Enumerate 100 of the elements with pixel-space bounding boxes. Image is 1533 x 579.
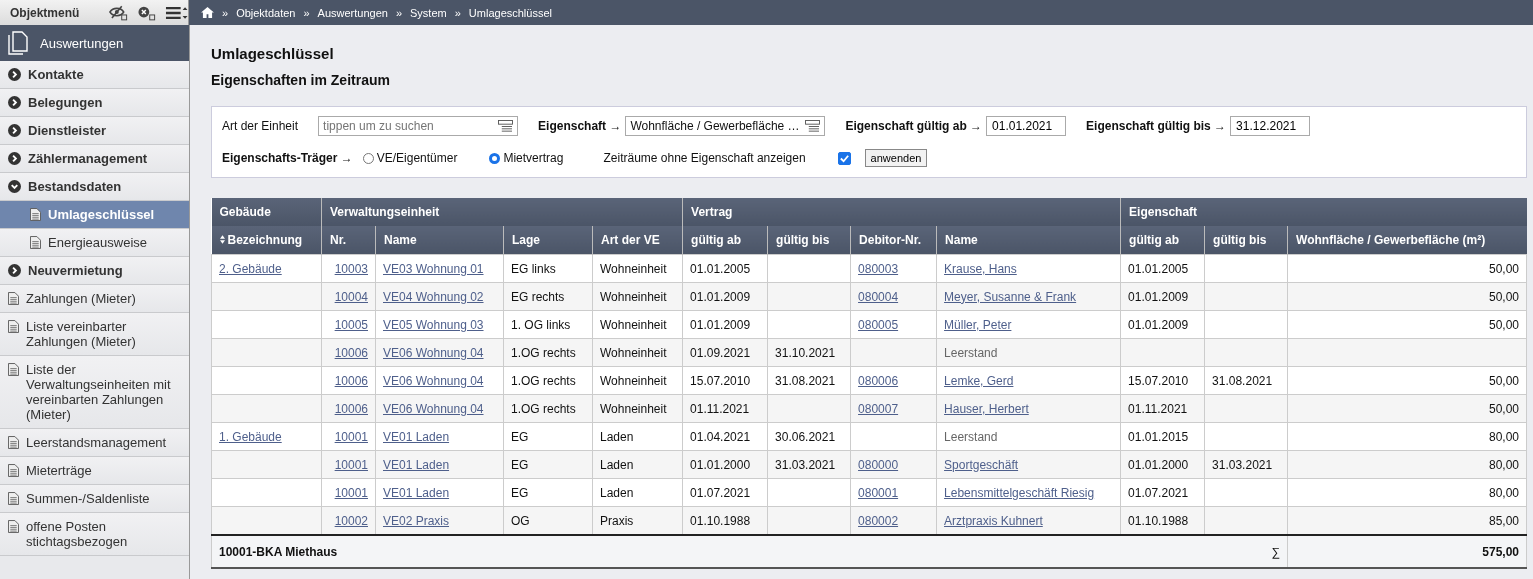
sidebar-item[interactable]: Leerstandsmanagement: [0, 429, 189, 457]
column-header[interactable]: gültig ab: [682, 226, 768, 255]
column-group-header: Eigenschaft: [1120, 198, 1527, 226]
breadcrumb-link[interactable]: System: [410, 6, 447, 19]
column-header[interactable]: Wohnfläche / Gewerbefläche (m²): [1287, 226, 1527, 255]
column-header[interactable]: Name: [375, 226, 504, 255]
table-cell: Wohneinheit: [600, 401, 667, 416]
breadcrumb-link[interactable]: Auswertungen: [317, 6, 388, 19]
table-cell: Laden: [600, 429, 634, 444]
menu-icon[interactable]: [164, 5, 188, 20]
field-label: Eigenschafts-Träger →: [222, 151, 353, 165]
column-header[interactable]: Name: [936, 226, 1121, 255]
sidebar-item[interactable]: Neuvermietung: [0, 257, 189, 285]
tenant-link[interactable]: Lemke, Gerd: [944, 373, 1014, 388]
tenant-link[interactable]: Müller, Peter: [944, 317, 1012, 332]
table-cell: Laden: [600, 457, 634, 472]
table-cell: Wohneinheit: [600, 317, 667, 332]
table-cell: 1.OG rechts: [511, 345, 576, 360]
table-cell: 01.04.2021: [690, 429, 751, 444]
select-field[interactable]: Wohnfläche / Gewerbefläche …: [625, 116, 826, 136]
search-field[interactable]: tippen um zu suchen: [318, 116, 519, 136]
chevron-icon: [8, 96, 21, 109]
date-field[interactable]: 31.12.2021: [1230, 116, 1311, 136]
apply-button[interactable]: anwenden: [864, 149, 928, 167]
table-cell: 80,00: [1488, 485, 1519, 500]
sidebar-item[interactable]: Liste vereinbarter Zahlungen (Mieter): [0, 313, 189, 356]
column-header[interactable]: gültig ab: [1120, 226, 1205, 255]
column-header[interactable]: gültig bis: [1204, 226, 1288, 255]
table-cell: EG: [511, 457, 529, 472]
close-circle-icon[interactable]: [136, 4, 157, 21]
field-label: Eigenschaft →: [538, 119, 622, 133]
breadcrumb-link[interactable]: Objektdaten: [236, 6, 296, 19]
chevron-icon: [8, 68, 21, 81]
table-cell: 15.07.2010: [1128, 373, 1189, 388]
table-cell: 01.10.1988: [1128, 513, 1189, 528]
sidebar-subitem[interactable]: Energieausweise: [0, 229, 189, 257]
field-label: Eigenschaft gültig bis →: [1086, 119, 1227, 133]
table-cell: Wohneinheit: [600, 261, 667, 276]
table-cell: 01.11.2021: [690, 401, 750, 416]
column-header[interactable]: gültig bis: [767, 226, 851, 255]
table-cell: 31.10.2021: [775, 345, 836, 360]
breadcrumb-link[interactable]: Umlageschlüssel: [468, 6, 552, 19]
list-icon: [805, 119, 821, 133]
column-header[interactable]: Debitor-Nr.: [850, 226, 937, 255]
vacancy-text: Leerstand: [944, 429, 998, 444]
sidebar-subitem[interactable]: Umlageschlüssel: [0, 201, 189, 229]
home-icon[interactable]: [201, 7, 214, 18]
column-header[interactable]: Nr.: [321, 226, 376, 255]
checkbox[interactable]: [837, 151, 851, 165]
page-title: Umlageschlüssel: [211, 45, 335, 62]
table-cell: 1.OG rechts: [511, 373, 576, 388]
column-header[interactable]: Bezeichnung: [211, 226, 322, 255]
table-cell: 50,00: [1488, 289, 1519, 304]
table-cell: 50,00: [1488, 373, 1519, 388]
sidebar-header[interactable]: Auswertungen: [0, 25, 189, 61]
table-cell: 01.10.1988: [690, 513, 751, 528]
table-cell: 01.07.2021: [690, 485, 751, 500]
table-cell: EG: [511, 485, 529, 500]
sidebar-item[interactable]: Kontakte: [0, 61, 189, 89]
sidebar-item[interactable]: Zahlungen (Mieter): [0, 285, 189, 313]
table-cell: 30.06.2021: [775, 429, 836, 444]
breadcrumb-separator: »: [395, 6, 403, 19]
radio-label: VE/Eigentümer: [376, 151, 458, 165]
table-cell: 1.OG rechts: [511, 401, 576, 416]
document-icon: [8, 436, 19, 449]
sidebar-item[interactable]: Dienstleister: [0, 117, 189, 145]
table-cell: 01.01.2009: [690, 289, 751, 304]
field-label: Art der Einheit: [222, 119, 299, 133]
table-cell: 80,00: [1488, 429, 1519, 444]
date-field[interactable]: 01.01.2021: [986, 116, 1067, 136]
table-cell: 01.07.2021: [1128, 485, 1189, 500]
column-header[interactable]: Lage: [503, 226, 593, 255]
table-cell: 01.01.2000: [690, 457, 751, 472]
sort-icon[interactable]: [219, 235, 225, 244]
eye-off-icon[interactable]: [109, 4, 129, 21]
table-cell: Laden: [600, 485, 634, 500]
table-cell: 50,00: [1488, 317, 1519, 332]
radio-button[interactable]: [362, 152, 374, 164]
table-cell: 01.01.2005: [690, 261, 751, 276]
document-icon: [30, 208, 41, 221]
radio-button[interactable]: [489, 152, 501, 164]
table-cell: 01.01.2000: [1128, 457, 1189, 472]
table-cell: 85,00: [1488, 513, 1519, 528]
chevron-icon: [8, 264, 21, 277]
sidebar-header-label: Auswertungen: [40, 35, 124, 51]
column-group-header: Gebäude: [211, 198, 322, 226]
sidebar-item[interactable]: offene Posten stichtagsbezogen: [0, 513, 189, 556]
column-header[interactable]: Art der VE: [592, 226, 683, 255]
sidebar-item[interactable]: Mieterträge: [0, 457, 189, 485]
sidebar-item[interactable]: Liste der Verwaltungseinheiten mit vereinbarten Zahlungen (Mieter): [0, 356, 189, 429]
table-cell: Wohneinheit: [600, 373, 667, 388]
vacancy-text: Leerstand: [944, 345, 998, 360]
sidebar-item[interactable]: Zählermanagement: [0, 145, 189, 173]
sum-sign: ∑: [1271, 544, 1281, 559]
sidebar-item[interactable]: Summen-/Saldenliste: [0, 485, 189, 513]
breadcrumb-separator: »: [222, 6, 229, 19]
sidebar-item[interactable]: Bestandsdaten: [0, 173, 189, 201]
table-cell: 31.03.2021: [1212, 457, 1273, 472]
sidebar-item[interactable]: Belegungen: [0, 89, 189, 117]
table-cell: 50,00: [1488, 261, 1519, 276]
